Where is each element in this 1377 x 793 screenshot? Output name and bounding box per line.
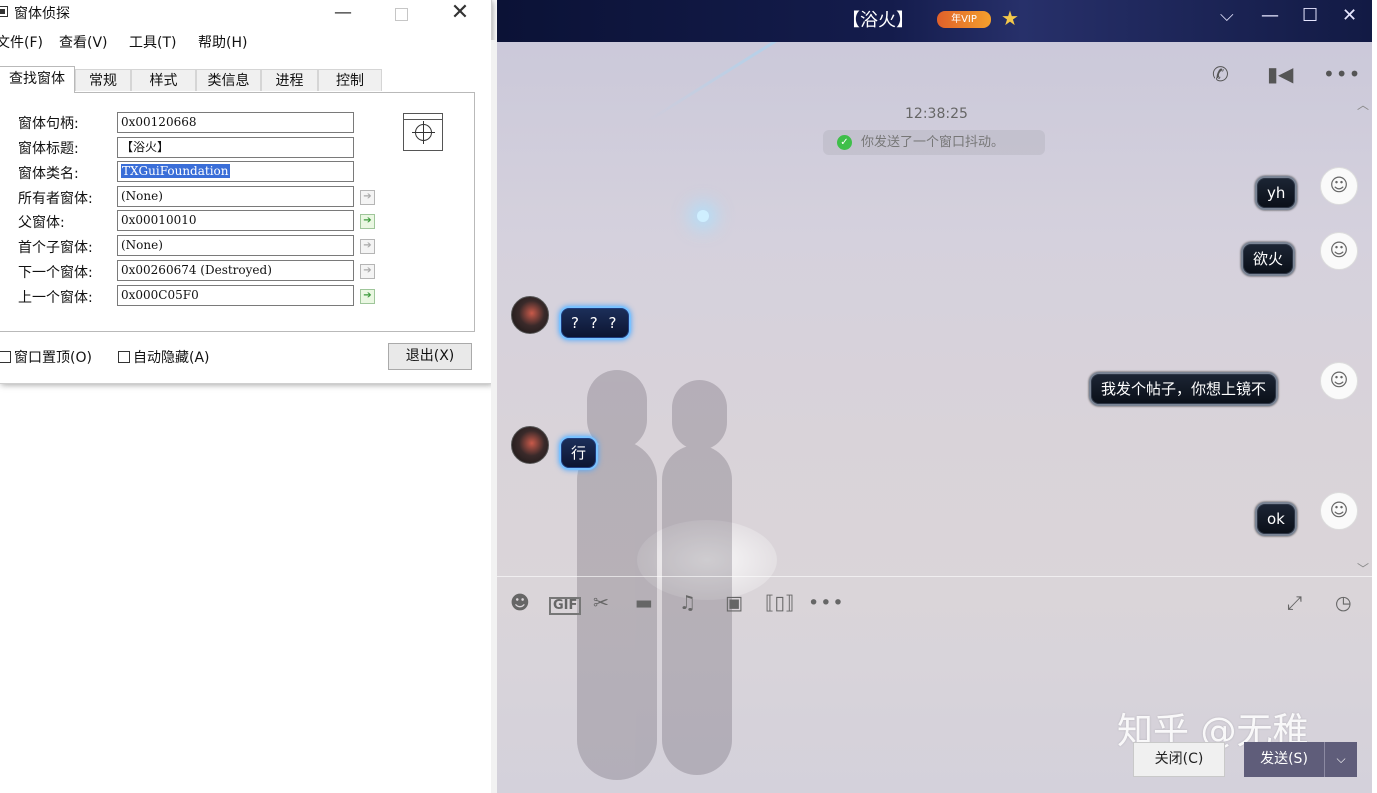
previous-go-icon[interactable]: ➔ xyxy=(360,289,375,304)
label-first-child: 首个子窗体: xyxy=(18,240,93,256)
autohide-checkbox[interactable]: 自动隐藏(A) xyxy=(118,347,210,367)
spy-title-bar[interactable]: 窗体侦探 — ✕ xyxy=(0,0,491,28)
message-bubble[interactable]: 欲火 xyxy=(1241,242,1296,276)
music-icon[interactable]: ♫ xyxy=(679,592,696,614)
menu-file[interactable]: 文件(F) xyxy=(0,32,43,52)
window-spy: 窗体侦探 — ✕ 文件(F) 查看(V) 工具(T) 帮助(H) 查找窗体 常规… xyxy=(0,0,492,384)
chat-contact-name: 【浴火】 xyxy=(842,10,914,31)
label-owner: 所有者窗体: xyxy=(18,191,93,207)
star-icon[interactable]: ★ xyxy=(1001,6,1019,30)
chat-window: 【浴火】 年VIP ★ ⌵ — ☐ ✕ ✆ ▮◀ ••• ︿ 12:38:25 … xyxy=(497,0,1372,793)
next-field[interactable]: 0x00260674 (Destroyed) xyxy=(117,260,354,281)
shake-icon[interactable]: ⟦▯⟧ xyxy=(765,592,794,614)
minimize-button[interactable]: — xyxy=(320,0,366,28)
topmost-label: 窗口置顶(O) xyxy=(14,350,92,366)
tab-find-window[interactable]: 查找窗体 xyxy=(0,66,75,93)
send-button[interactable]: 发送(S) xyxy=(1244,742,1324,777)
expand-icon[interactable]: ⤢ xyxy=(1287,592,1302,614)
finder-tool-icon[interactable] xyxy=(403,113,443,151)
system-message-text: 你发送了一个窗口抖动。 xyxy=(861,135,1005,150)
message-bubble[interactable]: yh xyxy=(1255,176,1298,210)
spy-title: 窗体侦探 xyxy=(14,6,70,22)
minimize-button[interactable]: — xyxy=(1261,5,1279,26)
folder-icon[interactable]: ▬ xyxy=(635,592,653,614)
menu-view[interactable]: 查看(V) xyxy=(59,32,108,52)
app-icon xyxy=(0,6,8,17)
class-value-selected: TXGuiFoundation xyxy=(121,164,230,178)
chat-title-bar[interactable]: 【浴火】 年VIP ★ ⌵ — ☐ ✕ xyxy=(497,0,1372,42)
maximize-icon xyxy=(394,8,408,21)
emoji-icon[interactable]: ☻ xyxy=(510,592,530,614)
exit-button[interactable]: 退出(X) xyxy=(388,343,472,370)
first-child-go-icon[interactable]: ➔ xyxy=(360,239,375,254)
more-icon[interactable]: ••• xyxy=(1323,62,1361,86)
checkbox-box[interactable] xyxy=(118,351,130,363)
message-bubble[interactable]: ok xyxy=(1255,502,1297,536)
gif-icon[interactable]: GIF xyxy=(549,597,582,615)
label-handle: 窗体句柄: xyxy=(18,116,79,132)
input-divider xyxy=(497,576,1372,577)
system-message: ✓ 你发送了一个窗口抖动。 xyxy=(823,130,1045,155)
class-field[interactable]: TXGuiFoundation xyxy=(117,161,354,182)
label-class: 窗体类名: xyxy=(18,166,79,182)
video-call-icon[interactable]: ▮◀ xyxy=(1267,62,1293,86)
title-field[interactable]: 【浴火】 xyxy=(117,137,354,158)
maximize-button[interactable] xyxy=(378,0,424,28)
background-glow xyxy=(697,210,709,222)
scroll-down-icon[interactable]: ﹀ xyxy=(1357,560,1369,577)
tab-bar: 查找窗体 常规 样式 类信息 进程 控制 xyxy=(0,66,491,93)
parent-go-icon[interactable]: ➔ xyxy=(360,214,375,229)
label-title: 窗体标题: xyxy=(18,141,79,157)
first-child-field[interactable]: (None) xyxy=(117,235,354,256)
send-options-chevron-icon[interactable]: ⌵ xyxy=(1324,742,1357,777)
history-clock-icon[interactable]: ◷ xyxy=(1335,592,1352,614)
self-avatar[interactable]: ☺ xyxy=(1320,167,1358,205)
owner-field[interactable]: (None) xyxy=(117,186,354,207)
background-couple xyxy=(557,350,757,790)
menu-help[interactable]: 帮助(H) xyxy=(198,32,247,52)
autohide-label: 自动隐藏(A) xyxy=(133,350,210,366)
menu-tools[interactable]: 工具(T) xyxy=(129,32,176,52)
contact-avatar[interactable] xyxy=(511,296,549,334)
self-avatar[interactable]: ☺ xyxy=(1320,232,1358,270)
next-go-icon[interactable]: ➔ xyxy=(360,264,375,279)
tab-process[interactable]: 进程 xyxy=(261,69,318,91)
tab-general[interactable]: 常规 xyxy=(75,69,131,91)
self-avatar[interactable]: ☺ xyxy=(1320,492,1358,530)
checkbox-box[interactable] xyxy=(0,351,11,363)
message-bubble[interactable]: 行 xyxy=(559,436,599,470)
check-icon: ✓ xyxy=(837,135,852,150)
chevron-down-icon[interactable]: ⌵ xyxy=(1220,5,1234,26)
handle-field[interactable]: 0x00120668 xyxy=(117,112,354,133)
more-tools-icon[interactable]: ••• xyxy=(808,592,845,614)
scissors-icon[interactable]: ✂ xyxy=(593,592,609,614)
label-previous: 上一个窗体: xyxy=(18,290,93,306)
scroll-up-icon[interactable]: ︿ xyxy=(1357,96,1369,113)
message-timestamp: 12:38:25 xyxy=(905,106,968,122)
chat-close-button[interactable]: 关闭(C) xyxy=(1133,742,1225,777)
tab-styles[interactable]: 样式 xyxy=(131,69,196,91)
close-button[interactable]: ✕ xyxy=(1342,5,1357,26)
message-bubble[interactable]: ? ? ? xyxy=(559,306,632,340)
image-icon[interactable]: ▣ xyxy=(725,592,743,614)
close-button[interactable]: ✕ xyxy=(437,0,483,28)
label-next: 下一个窗体: xyxy=(18,265,93,281)
contact-avatar[interactable] xyxy=(511,426,549,464)
tab-class-info[interactable]: 类信息 xyxy=(196,69,261,91)
parent-field[interactable]: 0x00010010 xyxy=(117,210,354,231)
vip-badge[interactable]: 年VIP xyxy=(937,11,991,28)
maximize-button[interactable]: ☐ xyxy=(1302,5,1318,26)
topmost-checkbox[interactable]: 窗口置顶(O) xyxy=(0,347,92,367)
self-avatar[interactable]: ☺ xyxy=(1320,362,1358,400)
label-parent: 父窗体: xyxy=(18,215,65,231)
owner-go-icon[interactable]: ➔ xyxy=(360,190,375,205)
tab-control[interactable]: 控制 xyxy=(318,69,382,91)
phone-call-icon[interactable]: ✆ xyxy=(1212,62,1229,86)
message-bubble[interactable]: 我发个帖子，你想上镜不 xyxy=(1089,372,1279,406)
previous-field[interactable]: 0x000C05F0 xyxy=(117,285,354,306)
